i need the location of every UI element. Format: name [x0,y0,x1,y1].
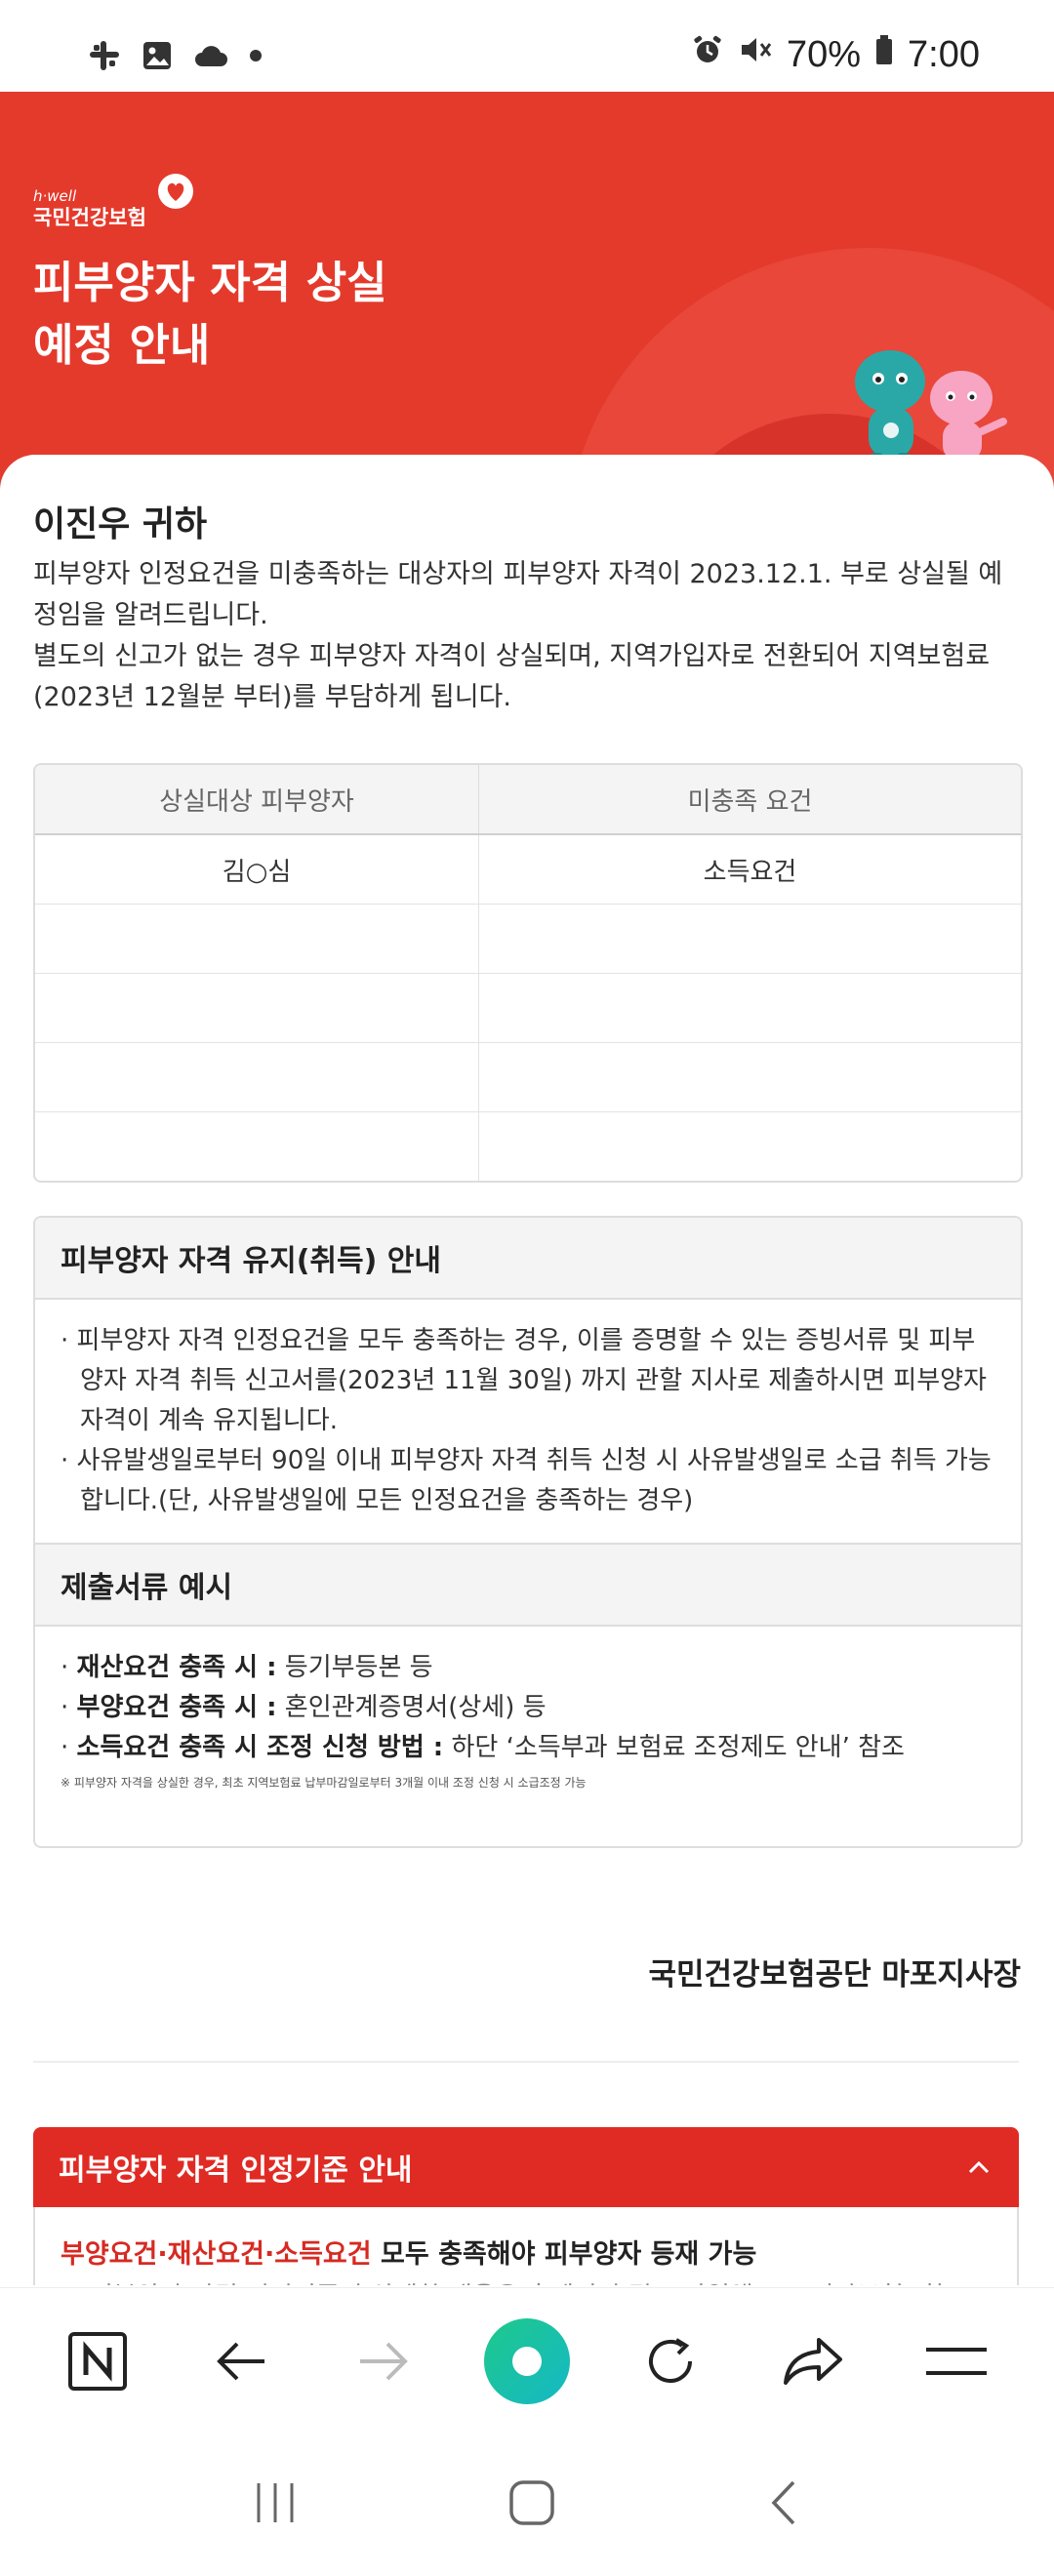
recent-apps-icon[interactable] [251,2479,300,2530]
cell-dependent [35,974,479,1042]
status-bar: 70% 7:00 [0,0,1054,92]
table-header: 상실대상 피부양자 미충족 요건 [35,765,1021,835]
forward-icon[interactable] [335,2313,432,2410]
cell-dependent [35,905,479,973]
image-icon [141,39,174,76]
criteria-rest: 모두 충족해야 피부양자 등재 가능 [371,2239,757,2270]
table-row [35,1112,1021,1181]
cell-requirement [479,974,1021,1042]
cell-dependent [35,1112,479,1181]
criteria-note: ※ 피부양자 자격 인정기준의 상세한 내용은 홈페이지 및 모바일앱(The건… [61,2276,992,2285]
info-box: 피부양자 자격 유지(취득) 안내 · 피부양자 자격 인정요건을 모두 충족하… [33,1216,1023,1848]
criteria-summary: 부양요건·재산요건·소득요건 모두 충족해야 피부양자 등재 가능 [61,2233,992,2271]
document-item-label: 소득요건 충족 시 조정 신청 방법 : [76,1733,444,1762]
signature: 국민건강보험공단 마포지사장 [648,1957,1021,1992]
cloud-icon [193,41,228,74]
naver-icon[interactable] [49,2313,146,2410]
table-row [35,905,1021,974]
slack-icon [88,39,121,76]
menu-icon[interactable] [908,2313,1005,2410]
share-icon[interactable] [764,2313,862,2410]
title-line-2: 예정 안내 [33,319,211,371]
document-item-label: 재산요건 충족 시 : [76,1653,277,1682]
green-dot-icon[interactable] [478,2313,576,2410]
page-title: 피부양자 자격 상실 예정 안내 [33,252,387,377]
criteria-accordion-body: 부양요건·재산요건·소득요건 모두 충족해야 피부양자 등재 가능 ※ 피부양자… [33,2207,1019,2285]
divider [33,2061,1019,2063]
documents-section-body: · 재산요건 충족 시 : 등기부등본 등 · 부양요건 충족 시 : 혼인관계… [35,1627,1021,1813]
table-row [35,1043,1021,1112]
title-line-1: 피부양자 자격 상실 [33,257,387,308]
document-item: · 부양요건 충족 시 : 혼인관계증명서(상세) 등 [61,1693,547,1722]
cell-requirement [479,1043,1021,1111]
cell-requirement [479,905,1021,973]
document-item-value: 등기부등본 등 [276,1653,433,1682]
footnote: ※ 피부양자 자격을 상실한 경우, 최초 지역보험료 납부마감일로부터 3개월… [61,1776,587,1790]
dependents-table: 상실대상 피부양자 미충족 요건 김○심 소득요건 [33,763,1023,1183]
cell-requirement: 소득요건 [703,857,797,887]
maintain-section-title: 피부양자 자격 유지(취득) 안내 [35,1218,1021,1300]
dot-icon [248,48,264,67]
column-header-dependent: 상실대상 피부양자 [35,765,479,833]
intro-paragraph-1: 피부양자 인정요건을 미충족하는 대상자의 피부양자 자격이 2023.12.1… [33,559,1003,630]
intro-paragraph-2: 별도의 신고가 없는 경우 피부양자 자격이 상실되며, 지역가입자로 전환되어… [33,641,991,712]
document-item-label: 부양요건 충족 시 : [76,1693,277,1722]
table-row: 김○심 소득요건 [35,835,1021,905]
maintain-section-body: · 피부양자 자격 인정요건을 모두 충족하는 경우, 이를 증명할 수 있는 … [35,1300,1021,1543]
mute-icon [738,33,773,76]
accordion-title: 피부양자 자격 인정기준 안내 [59,2153,413,2188]
maintain-bullet-2: · 사유발생일로부터 90일 이내 피부양자 자격 취득 신청 시 사유발생일로… [61,1446,992,1515]
hero-banner: h·well 국민건강보험 피부양자 자격 상실 예정 안내 [0,92,1054,511]
logo-text: 국민건강보험 [33,206,146,229]
cell-dependent [35,1043,479,1111]
documents-section-title: 제출서류 예시 [35,1543,1021,1627]
document-item: · 재산요건 충족 시 : 등기부등본 등 [61,1653,433,1682]
maintain-bullet-1: · 피부양자 자격 인정요건을 모두 충족하는 경우, 이를 증명할 수 있는 … [61,1326,987,1435]
browser-toolbar [0,2287,1054,2434]
recipient-greeting: 이진우 귀하 [33,504,208,544]
clock: 7:00 [908,33,980,75]
document-item: · 소득요건 충족 시 조정 신청 방법 : 하단 ‘소득부과 보험료 조정제도… [61,1733,905,1762]
nav-back-icon[interactable] [764,2478,803,2531]
cell-requirement [479,1112,1021,1181]
column-header-requirement: 미충족 요건 [687,786,813,817]
criteria-accordion-header[interactable]: 피부양자 자격 인정기준 안내 [33,2127,1019,2207]
intro-text: 피부양자 인정요건을 미충족하는 대상자의 피부양자 자격이 2023.12.1… [33,554,1019,718]
document-item-value: 혼인관계증명서(상세) 등 [276,1693,547,1722]
battery-icon [874,33,894,76]
battery-percent: 70% [786,33,862,75]
back-icon[interactable] [192,2313,290,2410]
home-icon[interactable] [507,2478,556,2531]
chevron-up-icon[interactable] [964,2153,993,2190]
alarm-icon [691,33,724,76]
table-row [35,974,1021,1043]
cell-dependent: 김○심 [35,835,479,904]
document-item-value: 하단 ‘소득부과 보험료 조정제도 안내’ 참조 [443,1733,905,1762]
system-nav-bar [0,2434,1054,2576]
logo-heart-icon [156,172,195,215]
criteria-highlight: 부양요건·재산요건·소득요건 [61,2239,372,2270]
reload-icon[interactable] [622,2313,719,2410]
